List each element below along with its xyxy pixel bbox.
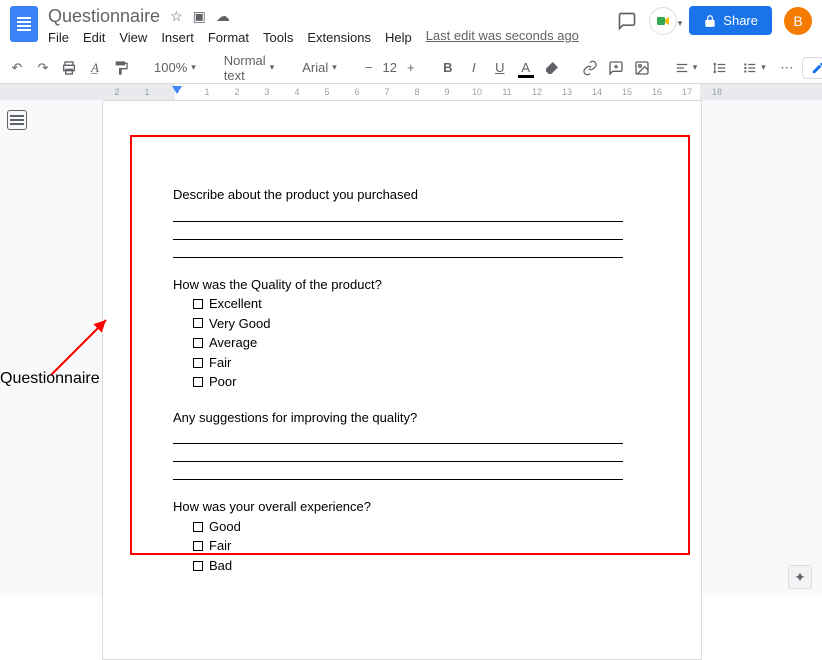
- text-color-button[interactable]: A: [515, 56, 537, 80]
- more-tools-button[interactable]: ⋯: [776, 56, 798, 80]
- toolbar: ↶ ↷ A̲ 100%▾ Normal text▾ Arial▾ − 12 + …: [0, 52, 822, 84]
- menu-help[interactable]: Help: [385, 30, 412, 45]
- print-button[interactable]: [58, 56, 80, 80]
- increase-font-button[interactable]: +: [402, 60, 420, 75]
- horizontal-ruler[interactable]: 21123456789101112131415161718: [0, 84, 822, 100]
- checkbox-icon: [193, 561, 203, 571]
- comments-icon[interactable]: [617, 11, 637, 31]
- insert-image-button[interactable]: [631, 56, 653, 80]
- menu-format[interactable]: Format: [208, 30, 249, 45]
- spellcheck-button[interactable]: A̲: [84, 56, 106, 80]
- last-edit-link[interactable]: Last edit was seconds ago: [426, 28, 579, 43]
- bold-button[interactable]: B: [437, 56, 459, 80]
- document-outline-button[interactable]: [7, 110, 27, 130]
- explore-button[interactable]: ✦: [788, 565, 812, 589]
- redo-button[interactable]: ↷: [32, 56, 54, 80]
- list-dropdown[interactable]: ▾: [737, 56, 772, 80]
- menu-tools[interactable]: Tools: [263, 30, 293, 45]
- cloud-status-icon[interactable]: ☁: [216, 8, 230, 25]
- menu-file[interactable]: File: [48, 30, 69, 45]
- option-row: Bad: [193, 557, 661, 575]
- chevron-down-icon: ▾: [678, 18, 683, 29]
- undo-button[interactable]: ↶: [6, 56, 28, 80]
- menu-bar: File Edit View Insert Format Tools Exten…: [48, 26, 412, 45]
- account-avatar[interactable]: B: [784, 7, 812, 35]
- option-label: Bad: [209, 557, 232, 575]
- document-title[interactable]: Questionnaire: [48, 6, 160, 27]
- insert-link-button[interactable]: [579, 56, 601, 80]
- add-comment-button[interactable]: [605, 56, 627, 80]
- menu-insert[interactable]: Insert: [161, 30, 194, 45]
- menu-extensions[interactable]: Extensions: [307, 30, 371, 45]
- line-spacing-dropdown[interactable]: [707, 56, 733, 80]
- paint-format-button[interactable]: [110, 56, 132, 80]
- menu-edit[interactable]: Edit: [83, 30, 105, 45]
- share-button[interactable]: Share: [689, 6, 772, 35]
- editing-mode-dropdown[interactable]: ▾: [802, 57, 822, 79]
- move-icon[interactable]: ▣: [193, 8, 206, 25]
- font-size-input[interactable]: 12: [378, 60, 402, 75]
- annotation-highlight-box: [130, 135, 690, 555]
- align-dropdown[interactable]: ▾: [669, 56, 704, 80]
- share-label: Share: [723, 13, 758, 28]
- decrease-font-button[interactable]: −: [360, 60, 378, 75]
- paragraph-style-dropdown[interactable]: Normal text▾: [218, 56, 280, 80]
- highlight-button[interactable]: [541, 56, 563, 80]
- annotation-label: Questionnaire: [0, 370, 100, 388]
- meet-button[interactable]: ▾: [649, 7, 677, 35]
- underline-button[interactable]: U: [489, 56, 511, 80]
- zoom-dropdown[interactable]: 100%▾: [148, 56, 202, 80]
- title-bar: Questionnaire ☆ ▣ ☁ File Edit View Inser…: [0, 0, 822, 52]
- docs-logo-icon[interactable]: [10, 6, 38, 42]
- font-size-control: − 12 +: [359, 59, 421, 76]
- menu-view[interactable]: View: [119, 30, 147, 45]
- italic-button[interactable]: I: [463, 56, 485, 80]
- star-icon[interactable]: ☆: [170, 8, 183, 25]
- font-dropdown[interactable]: Arial▾: [296, 56, 343, 80]
